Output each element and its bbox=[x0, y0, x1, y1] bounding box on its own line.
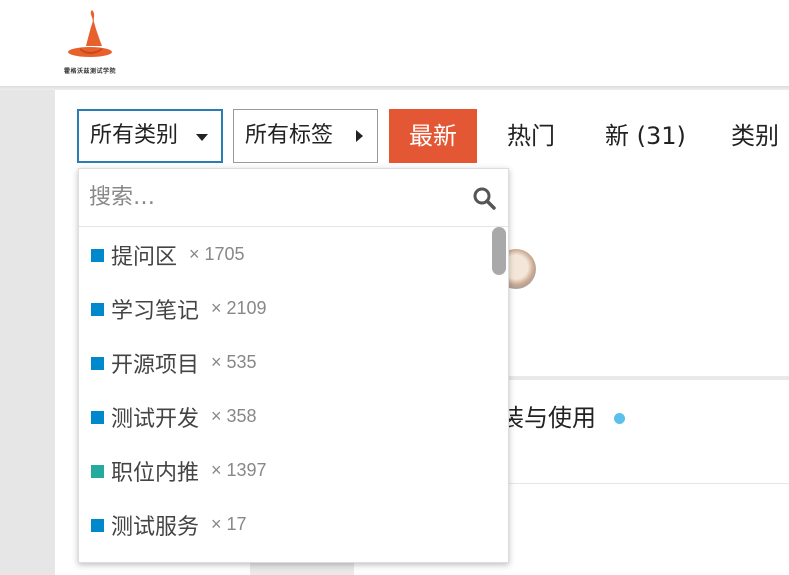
category-count: × 535 bbox=[211, 352, 257, 372]
category-color-swatch bbox=[91, 465, 104, 478]
left-gutter bbox=[0, 90, 55, 575]
caret-down-icon bbox=[196, 134, 208, 141]
category-name: 学习笔记 bbox=[111, 299, 200, 324]
unread-indicator bbox=[614, 413, 625, 424]
categories-dropdown-button[interactable]: 所有类别 bbox=[77, 109, 223, 163]
category-color-swatch bbox=[91, 303, 104, 316]
category-name: 职位内推 bbox=[111, 461, 200, 486]
category-name: 提问区 bbox=[111, 245, 178, 270]
tab-categories[interactable]: 类别 bbox=[731, 109, 779, 163]
category-item-study-notes[interactable]: 学习笔记 × 2109 bbox=[79, 281, 508, 335]
site-header: 霍格沃兹测试学院 bbox=[0, 0, 789, 86]
tab-new[interactable]: 新 (31) bbox=[605, 109, 686, 163]
category-item-open-source[interactable]: 开源项目 × 535 bbox=[79, 335, 508, 389]
dropdown-scrollbar[interactable] bbox=[492, 227, 506, 275]
category-count: × 2109 bbox=[211, 298, 267, 318]
categories-dropdown-label: 所有类别 bbox=[90, 123, 179, 148]
category-color-swatch bbox=[91, 411, 104, 424]
category-count: × 358 bbox=[211, 406, 257, 426]
app-root: 霍格沃兹测试学院 所有类别 所有标签 最新 热门 新 (31) 类别 装与使用 bbox=[0, 0, 789, 575]
category-dropdown-menu: 提问区 × 1705 学习笔记 × 2109 开源项目 × 535 测试开发 ×… bbox=[78, 168, 509, 563]
dropdown-search-input[interactable] bbox=[89, 177, 449, 217]
site-logo[interactable]: 霍格沃兹测试学院 bbox=[50, 8, 130, 76]
search-icon[interactable] bbox=[472, 186, 496, 210]
caret-right-icon bbox=[356, 130, 363, 142]
pagination-stub bbox=[250, 563, 354, 575]
category-color-swatch bbox=[91, 249, 104, 262]
category-item-questions[interactable]: 提问区 × 1705 bbox=[79, 227, 508, 281]
row-divider bbox=[500, 483, 789, 484]
logo-text: 霍格沃兹测试学院 bbox=[63, 69, 116, 75]
category-item-test-dev[interactable]: 测试开发 × 358 bbox=[79, 389, 508, 443]
dropdown-search-row bbox=[79, 169, 508, 227]
topic-title-link[interactable]: 装与使用 bbox=[500, 398, 596, 433]
category-name: 开源项目 bbox=[111, 353, 200, 378]
tab-latest[interactable]: 最新 bbox=[389, 109, 477, 163]
category-color-swatch bbox=[91, 519, 104, 532]
category-count: × 1397 bbox=[211, 460, 267, 480]
category-list: 提问区 × 1705 学习笔记 × 2109 开源项目 × 535 测试开发 ×… bbox=[79, 227, 508, 551]
tab-hot[interactable]: 热门 bbox=[507, 109, 555, 163]
category-name: 测试服务 bbox=[111, 515, 200, 540]
topic-divider bbox=[500, 376, 789, 380]
tags-dropdown-label: 所有标签 bbox=[245, 123, 334, 148]
category-item-test-services[interactable]: 测试服务 × 17 bbox=[79, 497, 508, 551]
witch-hat-icon bbox=[68, 10, 112, 57]
category-name: 测试开发 bbox=[111, 407, 200, 432]
category-count: × 17 bbox=[211, 514, 247, 534]
category-count: × 1705 bbox=[189, 244, 245, 264]
category-color-swatch bbox=[91, 357, 104, 370]
category-item-jobs[interactable]: 职位内推 × 1397 bbox=[79, 443, 508, 497]
tags-dropdown-button[interactable]: 所有标签 bbox=[233, 109, 378, 163]
